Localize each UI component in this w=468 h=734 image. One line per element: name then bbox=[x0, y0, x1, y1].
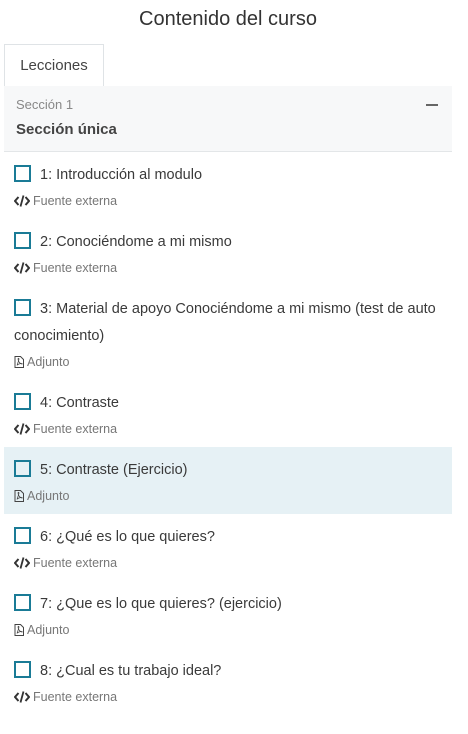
section-title: Sección única bbox=[16, 121, 117, 138]
page-title: Contenido del curso bbox=[139, 8, 317, 30]
lesson-title: 8: ¿Cual es tu trabajo ideal? bbox=[40, 663, 222, 679]
lesson-type: Adjunto bbox=[27, 355, 70, 369]
lesson-type: Fuente externa bbox=[33, 690, 118, 704]
checkbox[interactable] bbox=[14, 232, 31, 249]
code-icon bbox=[13, 423, 31, 435]
section-header[interactable]: Sección 1 Sección única bbox=[4, 86, 452, 152]
tab-lecciones[interactable]: Lecciones bbox=[4, 44, 104, 87]
lesson-item[interactable]: 4: Contraste Fuente externa bbox=[4, 380, 452, 447]
lesson-title: 2: Conociéndome a mi mismo bbox=[40, 234, 232, 250]
lesson-item-active[interactable]: 5: Contraste (Ejercicio) Adjunto bbox=[4, 447, 452, 514]
checkbox[interactable] bbox=[14, 527, 31, 544]
code-icon bbox=[13, 691, 31, 703]
lesson-item[interactable]: 1: Introducción al modulo Fuente externa bbox=[4, 152, 452, 219]
lesson-type: Fuente externa bbox=[33, 556, 118, 570]
tab-bar: Lecciones bbox=[4, 44, 452, 87]
pdf-file-icon bbox=[14, 490, 24, 502]
lesson-type: Fuente externa bbox=[33, 261, 118, 275]
lesson-item[interactable]: 8: ¿Cual es tu trabajo ideal? Fuente ext… bbox=[4, 648, 452, 715]
code-icon bbox=[13, 557, 31, 569]
lesson-list: 1: Introducción al modulo Fuente externa… bbox=[4, 152, 452, 715]
pdf-file-icon bbox=[14, 624, 24, 636]
pdf-file-icon bbox=[14, 356, 24, 368]
lesson-item[interactable]: 2: Conociéndome a mi mismo Fuente extern… bbox=[4, 219, 452, 286]
lesson-item[interactable]: 7: ¿Que es lo que quieres? (ejercicio) A… bbox=[4, 581, 452, 648]
lesson-title: 5: Contraste (Ejercicio) bbox=[40, 462, 188, 478]
lesson-title: 6: ¿Qué es lo que quieres? bbox=[40, 529, 215, 545]
lesson-type: Fuente externa bbox=[33, 194, 118, 208]
lesson-item[interactable]: 6: ¿Qué es lo que quieres? Fuente extern… bbox=[4, 514, 452, 581]
lesson-title: 1: Introducción al modulo bbox=[40, 167, 203, 183]
section-number: Sección 1 bbox=[16, 97, 74, 112]
lesson-title: 4: Contraste bbox=[40, 395, 119, 411]
checkbox[interactable] bbox=[14, 299, 31, 316]
checkbox[interactable] bbox=[14, 165, 31, 182]
checkbox[interactable] bbox=[14, 393, 31, 410]
checkbox[interactable] bbox=[14, 661, 31, 678]
lesson-title: 7: ¿Que es lo que quieres? (ejercicio) bbox=[40, 596, 282, 612]
lesson-item[interactable]: 3: Material de apoyo Conociéndome a mi m… bbox=[4, 286, 452, 380]
lesson-type: Adjunto bbox=[27, 623, 70, 637]
checkbox[interactable] bbox=[14, 594, 31, 611]
collapse-icon[interactable] bbox=[424, 94, 440, 114]
code-icon bbox=[13, 262, 31, 274]
lesson-title: 3: Material de apoyo Conociéndome a mi m… bbox=[14, 301, 436, 344]
code-icon bbox=[13, 195, 31, 207]
checkbox[interactable] bbox=[14, 460, 31, 477]
lesson-type: Adjunto bbox=[27, 489, 70, 503]
lesson-type: Fuente externa bbox=[33, 422, 118, 436]
